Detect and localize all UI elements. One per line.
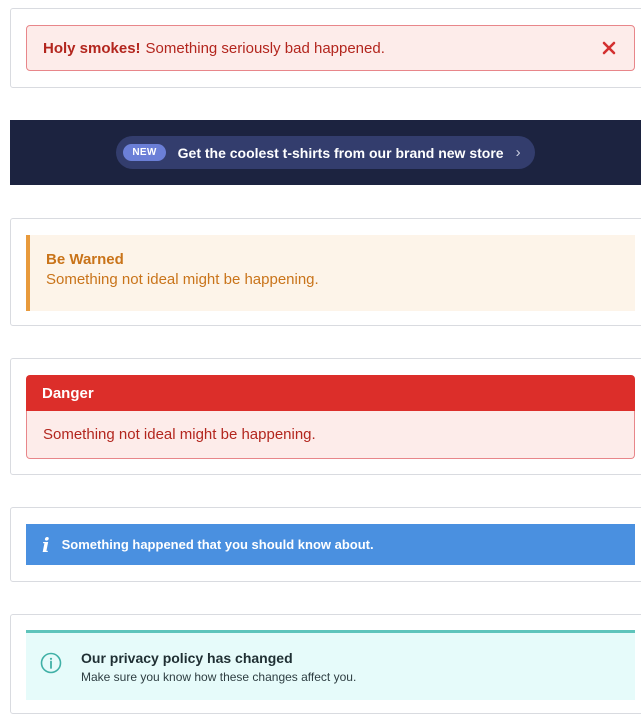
store-announcement-link[interactable]: NEW Get the coolest t-shirts from our br… xyxy=(116,136,535,169)
privacy-alert: Our privacy policy has changed Make sure… xyxy=(26,630,635,700)
info-alert-card: i Something happened that you should kno… xyxy=(10,507,641,582)
danger-alert-card: Danger Something not ideal might be happ… xyxy=(10,358,641,475)
error-alert-title: Holy smokes! xyxy=(43,39,141,57)
info-alert: i Something happened that you should kno… xyxy=(26,524,635,565)
privacy-alert-card: Our privacy policy has changed Make sure… xyxy=(10,614,641,714)
warning-alert: Be Warned Something not ideal might be h… xyxy=(26,235,635,311)
warning-alert-card: Be Warned Something not ideal might be h… xyxy=(10,218,641,326)
announcement-banner: NEW Get the coolest t-shirts from our br… xyxy=(10,120,641,185)
new-badge: NEW xyxy=(123,144,166,161)
info-alert-message: Something happened that you should know … xyxy=(61,537,374,552)
chevron-right-icon: › xyxy=(515,144,521,161)
error-alert-card: Holy smokes! Something seriously bad hap… xyxy=(10,8,641,88)
privacy-alert-title: Our privacy policy has changed xyxy=(81,650,293,666)
danger-alert-header: Danger xyxy=(26,375,635,411)
warning-alert-title: Be Warned xyxy=(46,251,124,268)
warning-alert-message: Something not ideal might be happening. xyxy=(46,271,319,288)
close-icon[interactable] xyxy=(598,37,620,59)
info-circle-icon xyxy=(40,652,62,674)
error-alert: Holy smokes! Something seriously bad hap… xyxy=(26,25,635,71)
privacy-alert-message: Make sure you know how these changes aff… xyxy=(81,670,357,684)
banner-text: Get the coolest t-shirts from our brand … xyxy=(177,144,504,161)
danger-alert-body: Something not ideal might be happening. xyxy=(26,411,635,459)
info-icon: i xyxy=(42,532,50,557)
error-alert-message: Something seriously bad happened. xyxy=(145,39,385,57)
